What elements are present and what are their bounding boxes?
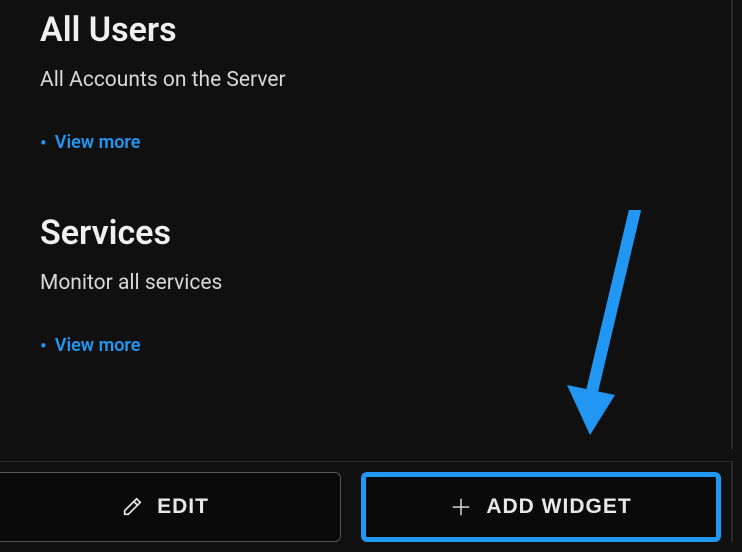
add-widget-button[interactable]: ADD WIDGET: [361, 472, 721, 542]
section-title: All Users: [40, 10, 691, 50]
widget-list: All Users All Accounts on the Server • V…: [0, 0, 733, 449]
pencil-icon: [121, 496, 143, 518]
view-more-row: • View more: [40, 335, 691, 356]
bullet-icon: •: [40, 133, 47, 153]
edit-button[interactable]: EDIT: [0, 472, 341, 542]
view-more-link[interactable]: View more: [55, 335, 141, 356]
view-more-row: • View more: [40, 132, 691, 153]
section-desc: Monitor all services: [40, 271, 691, 295]
button-bar: EDIT ADD WIDGET: [0, 461, 733, 542]
add-widget-button-label: ADD WIDGET: [486, 495, 631, 519]
view-more-link[interactable]: View more: [55, 132, 141, 153]
plus-icon: [450, 496, 472, 518]
section-desc: All Accounts on the Server: [40, 68, 691, 92]
section-title: Services: [40, 213, 691, 253]
services-section: Services Monitor all services • View mor…: [40, 213, 691, 356]
edit-button-label: EDIT: [157, 495, 209, 519]
all-users-section: All Users All Accounts on the Server • V…: [40, 10, 691, 153]
bullet-icon: •: [40, 336, 47, 356]
